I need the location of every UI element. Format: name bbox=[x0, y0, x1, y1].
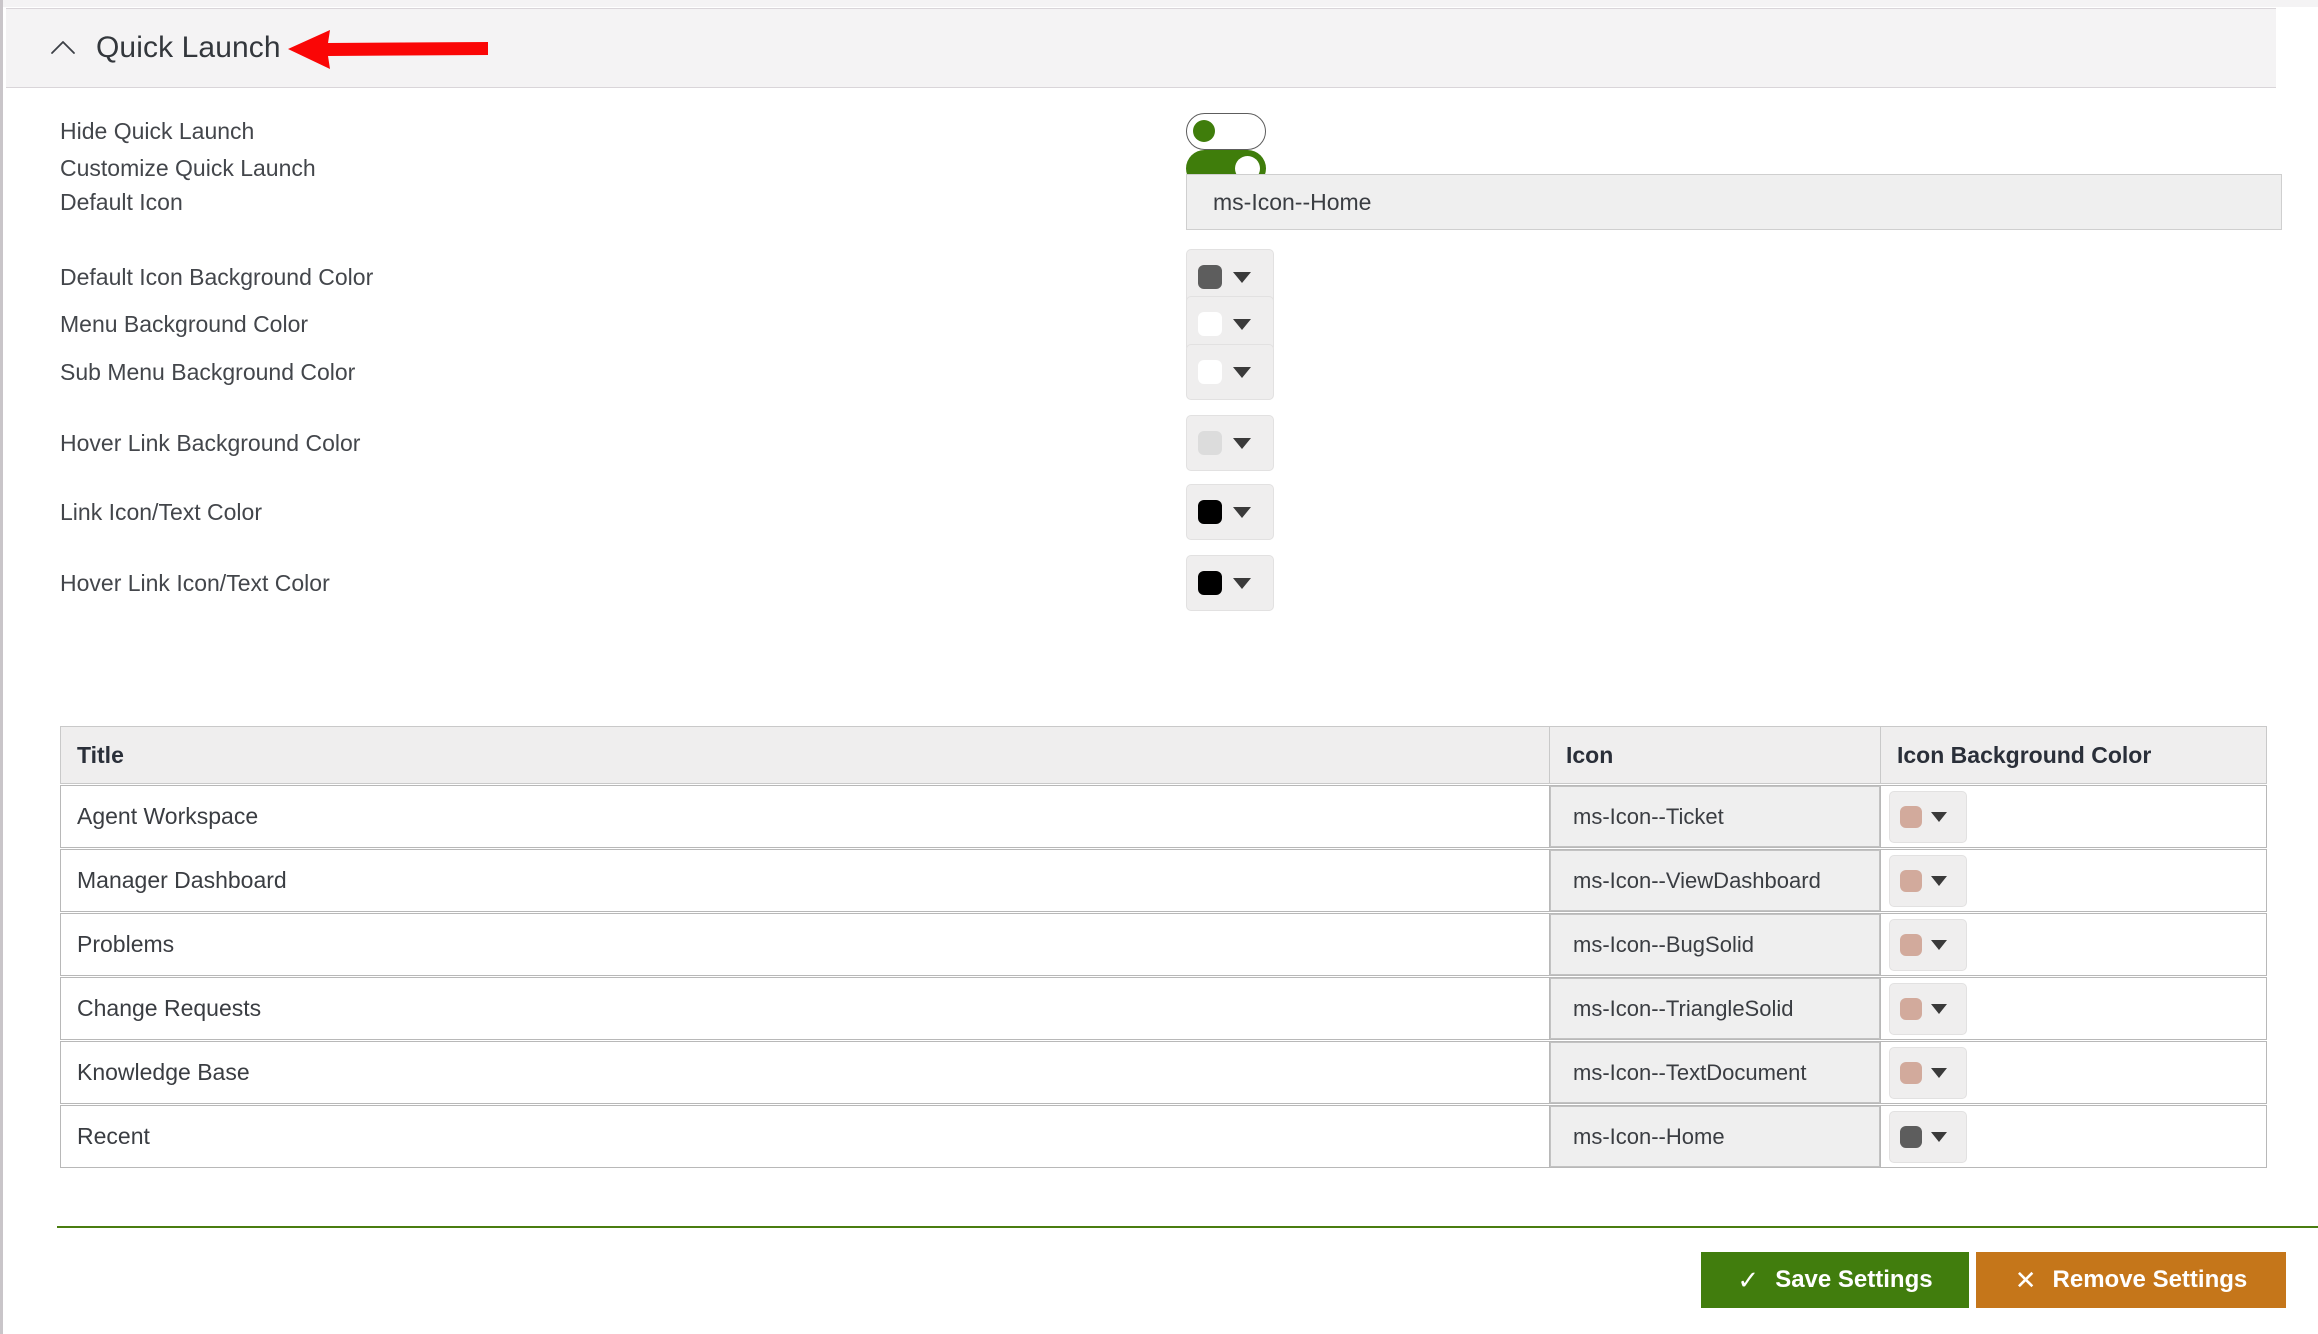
remove-settings-button[interactable]: ✕ Remove Settings bbox=[1976, 1252, 2286, 1308]
colorpicker-row-icon-bg[interactable] bbox=[1889, 982, 1967, 1035]
remove-settings-label: Remove Settings bbox=[2052, 1266, 2248, 1293]
page-left-border bbox=[0, 0, 3, 1334]
cell-icon-background-color bbox=[1880, 1105, 2267, 1168]
color-swatch bbox=[1198, 571, 1222, 595]
cell-title[interactable]: Recent bbox=[60, 1105, 1550, 1168]
color-swatch bbox=[1198, 360, 1222, 384]
label-link-icon-text-color: Link Icon/Text Color bbox=[60, 498, 262, 525]
label-hover-link-bg-color: Hover Link Background Color bbox=[60, 429, 361, 456]
table-row: Knowledge Base ms-Icon--TextDocument bbox=[60, 1041, 2268, 1104]
color-swatch bbox=[1900, 805, 1922, 828]
chevron-down-icon bbox=[1931, 939, 1947, 950]
chevron-down-icon bbox=[1233, 437, 1251, 449]
cell-title[interactable]: Change Requests bbox=[60, 977, 1550, 1040]
form-row-link-icon-text-color: Link Icon/Text Color bbox=[6, 477, 2276, 547]
chevron-down-icon bbox=[1233, 271, 1251, 283]
colorpicker-link-icon-text[interactable] bbox=[1186, 484, 1274, 540]
table-row: Recent ms-Icon--Home bbox=[60, 1105, 2268, 1168]
color-swatch bbox=[1198, 431, 1222, 455]
quick-launch-settings-page: Quick Launch Hide Quick Launch Customize… bbox=[0, 0, 2318, 1334]
colorpicker-row-icon-bg[interactable] bbox=[1889, 854, 1967, 907]
cell-icon: ms-Icon--Ticket bbox=[1549, 785, 1881, 848]
footer-divider bbox=[57, 1226, 2318, 1228]
quick-launch-panel-header[interactable]: Quick Launch bbox=[6, 8, 2276, 88]
form-row-default-icon: Default Icon ms-Icon--Home bbox=[6, 172, 2282, 232]
page-top-gap bbox=[3, 0, 2318, 7]
cell-icon: ms-Icon--TextDocument bbox=[1549, 1041, 1881, 1104]
default-icon-input[interactable]: ms-Icon--Home bbox=[1186, 174, 2282, 230]
icon-input[interactable]: ms-Icon--BugSolid bbox=[1550, 914, 1880, 975]
cell-icon: ms-Icon--Home bbox=[1549, 1105, 1881, 1168]
chevron-up-icon[interactable] bbox=[48, 33, 78, 63]
save-settings-label: Save Settings bbox=[1775, 1266, 1933, 1293]
cell-icon-background-color bbox=[1880, 1041, 2267, 1104]
cell-icon-background-color bbox=[1880, 785, 2267, 848]
icon-input[interactable]: ms-Icon--Home bbox=[1550, 1106, 1880, 1167]
footer-actions: ✓ Save Settings ✕ Remove Settings bbox=[0, 1252, 2286, 1308]
cell-icon-background-color bbox=[1880, 977, 2267, 1040]
quick-launch-links-table: Title Icon Icon Background Color Agent W… bbox=[60, 726, 2268, 1168]
cell-title[interactable]: Agent Workspace bbox=[60, 785, 1550, 848]
label-menu-bg-color: Menu Background Color bbox=[60, 310, 309, 337]
save-settings-button[interactable]: ✓ Save Settings bbox=[1701, 1252, 1969, 1308]
page-title: Quick Launch bbox=[96, 31, 281, 64]
colorpicker-hover-link-icon-text[interactable] bbox=[1186, 555, 1274, 611]
chevron-down-icon bbox=[1233, 577, 1251, 589]
color-swatch bbox=[1900, 997, 1922, 1020]
label-default-icon: Default Icon bbox=[60, 188, 183, 215]
column-header-icon: Icon bbox=[1549, 726, 1881, 784]
chevron-down-icon bbox=[1233, 366, 1251, 378]
chevron-down-icon bbox=[1233, 318, 1251, 330]
chevron-down-icon bbox=[1931, 811, 1947, 822]
cell-icon: ms-Icon--ViewDashboard bbox=[1549, 849, 1881, 912]
chevron-down-icon bbox=[1931, 1003, 1947, 1014]
column-header-icon-background-color: Icon Background Color bbox=[1880, 726, 2267, 784]
table-row: Manager Dashboard ms-Icon--ViewDashboard bbox=[60, 849, 2268, 912]
cell-title[interactable]: Problems bbox=[60, 913, 1550, 976]
colorpicker-row-icon-bg[interactable] bbox=[1889, 790, 1967, 843]
form-row-hover-link-bg-color: Hover Link Background Color bbox=[6, 408, 2276, 478]
table-row: Agent Workspace ms-Icon--Ticket bbox=[60, 785, 2268, 848]
close-icon: ✕ bbox=[2014, 1265, 2037, 1295]
form-row-sub-menu-bg-color: Sub Menu Background Color bbox=[6, 337, 2276, 407]
form-row-hover-link-icon-text-color: Hover Link Icon/Text Color bbox=[6, 548, 2276, 618]
icon-input[interactable]: ms-Icon--ViewDashboard bbox=[1550, 850, 1880, 911]
label-sub-menu-bg-color: Sub Menu Background Color bbox=[60, 358, 356, 385]
chevron-down-icon bbox=[1233, 506, 1251, 518]
table-header-row: Title Icon Icon Background Color bbox=[60, 726, 2268, 784]
icon-input[interactable]: ms-Icon--TextDocument bbox=[1550, 1042, 1880, 1103]
icon-input[interactable]: ms-Icon--TriangleSolid bbox=[1550, 978, 1880, 1039]
label-hover-link-icon-text-color: Hover Link Icon/Text Color bbox=[60, 569, 330, 596]
color-swatch bbox=[1198, 265, 1222, 289]
color-swatch bbox=[1198, 500, 1222, 524]
chevron-down-icon bbox=[1931, 1067, 1947, 1078]
cell-icon-background-color bbox=[1880, 913, 2267, 976]
table-row: Change Requests ms-Icon--TriangleSolid bbox=[60, 977, 2268, 1040]
cell-icon: ms-Icon--BugSolid bbox=[1549, 913, 1881, 976]
cell-title[interactable]: Manager Dashboard bbox=[60, 849, 1550, 912]
color-swatch bbox=[1900, 1061, 1922, 1084]
cell-icon: ms-Icon--TriangleSolid bbox=[1549, 977, 1881, 1040]
label-default-icon-bg-color: Default Icon Background Color bbox=[60, 263, 374, 290]
chevron-down-icon bbox=[1931, 1131, 1947, 1142]
check-icon: ✓ bbox=[1737, 1265, 1760, 1295]
colorpicker-hover-link-bg[interactable] bbox=[1186, 415, 1274, 471]
cell-icon-background-color bbox=[1880, 849, 2267, 912]
icon-input[interactable]: ms-Icon--Ticket bbox=[1550, 786, 1880, 847]
colorpicker-row-icon-bg[interactable] bbox=[1889, 1046, 1967, 1099]
color-swatch bbox=[1900, 933, 1922, 956]
color-swatch bbox=[1900, 1125, 1922, 1148]
cell-title[interactable]: Knowledge Base bbox=[60, 1041, 1550, 1104]
colorpicker-row-icon-bg[interactable] bbox=[1889, 918, 1967, 971]
colorpicker-sub-menu-bg[interactable] bbox=[1186, 344, 1274, 400]
table-row: Problems ms-Icon--BugSolid bbox=[60, 913, 2268, 976]
colorpicker-row-icon-bg[interactable] bbox=[1889, 1110, 1967, 1163]
color-swatch bbox=[1900, 869, 1922, 892]
column-header-title: Title bbox=[60, 726, 1550, 784]
color-swatch bbox=[1198, 312, 1222, 336]
chevron-down-icon bbox=[1931, 875, 1947, 886]
